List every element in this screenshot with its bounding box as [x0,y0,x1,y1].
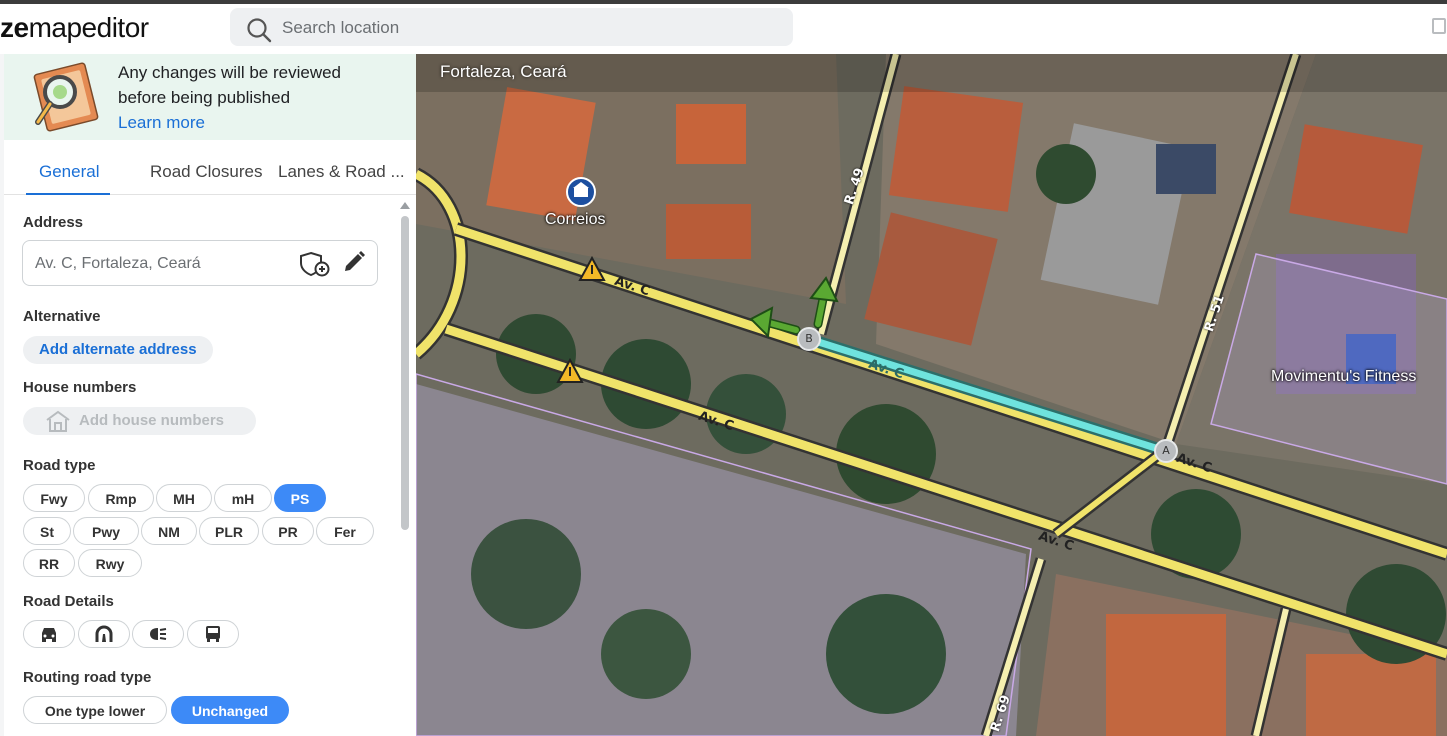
road-details-label: Road Details [23,593,114,610]
segment-node-b[interactable]: B [797,327,821,351]
road-type-ps-selected[interactable]: PS [274,484,326,512]
top-bar: zemapeditor [0,4,1447,54]
road-type-st[interactable]: St [23,517,71,545]
map-canvas[interactable]: Fortaleza, Ceará Correios Movimentu's Fi… [416,54,1447,736]
satellite-map [416,54,1447,736]
road-type-nm[interactable]: NM [141,517,197,545]
map-city-label: Fortaleza, Ceará [440,62,567,81]
review-illustration-icon [33,62,99,132]
search-box[interactable] [230,8,793,48]
add-alternate-address-button[interactable]: Add alternate address [23,336,213,364]
headlights-icon [150,628,167,640]
active-tab-indicator [26,193,110,195]
pencil-icon[interactable] [341,251,367,275]
road-type-rwy[interactable]: Rwy [78,549,142,577]
road-type-rr[interactable]: RR [23,549,75,577]
panel-tabs: General Road Closures Lanes & Road ... [4,158,416,195]
road-type-fwy[interactable]: Fwy [23,484,85,512]
bus-icon [206,626,220,642]
alternative-label: Alternative [23,308,101,325]
road-type-fer[interactable]: Fer [316,517,374,545]
add-house-numbers-label: Add house numbers [79,412,225,429]
routing-road-type-label: Routing road type [23,669,152,686]
add-house-numbers-button: Add house numbers [23,407,257,435]
segment-node-a[interactable]: A [1154,439,1178,463]
house-icon [46,410,70,432]
panel-edge [0,54,4,736]
poi-movimentus-fitness-label[interactable]: Movimentu's Fitness [1271,368,1416,386]
search-input[interactable] [280,8,784,48]
shield-add-icon[interactable] [299,251,331,277]
learn-more-link[interactable]: Learn more [118,110,341,135]
road-type-label: Road type [23,457,96,474]
poi-correios-label[interactable]: Correios [545,211,605,229]
tab-general[interactable]: General [39,162,99,182]
scroll-up-arrow-icon[interactable] [400,202,410,209]
routing-unchanged-selected[interactable]: Unchanged [171,696,289,724]
scrollbar-thumb[interactable] [401,216,409,530]
trash-icon[interactable] [1432,18,1446,34]
panel-scrollbar[interactable] [400,202,410,736]
tab-lanes-road[interactable]: Lanes & Road ... [278,162,405,182]
review-notice-text: Any changes will be reviewed before bein… [118,60,341,135]
house-numbers-label: House numbers [23,379,137,396]
tunnel-icon [95,625,113,642]
segment-edit-panel: Any changes will be reviewed before bein… [0,54,417,736]
address-label: Address [23,214,84,231]
search-icon [247,18,272,43]
app-logo[interactable]: zemapeditor [0,12,149,44]
routing-one-type-lower[interactable]: One type lower [23,696,167,724]
car-icon [42,628,56,642]
road-type-mh-minor[interactable]: mH [214,484,272,512]
notice-line-1: Any changes will be reviewed [118,63,342,82]
review-notice: Any changes will be reviewed before bein… [4,54,416,140]
notice-line-2: before being published [118,88,291,107]
address-input[interactable] [33,241,287,287]
road-type-pr[interactable]: PR [262,517,314,545]
road-type-pwy[interactable]: Pwy [73,517,139,545]
address-field[interactable] [22,240,378,287]
road-type-plr[interactable]: PLR [199,517,259,545]
road-detail-bus-button[interactable] [187,620,239,648]
road-detail-tunnel-button[interactable] [78,620,130,648]
road-type-rmp[interactable]: Rmp [88,484,154,512]
tab-road-closures[interactable]: Road Closures [150,162,262,182]
road-type-mh-major[interactable]: MH [156,484,212,512]
road-detail-car-button[interactable] [23,620,75,648]
road-detail-headlights-button[interactable] [132,620,184,648]
